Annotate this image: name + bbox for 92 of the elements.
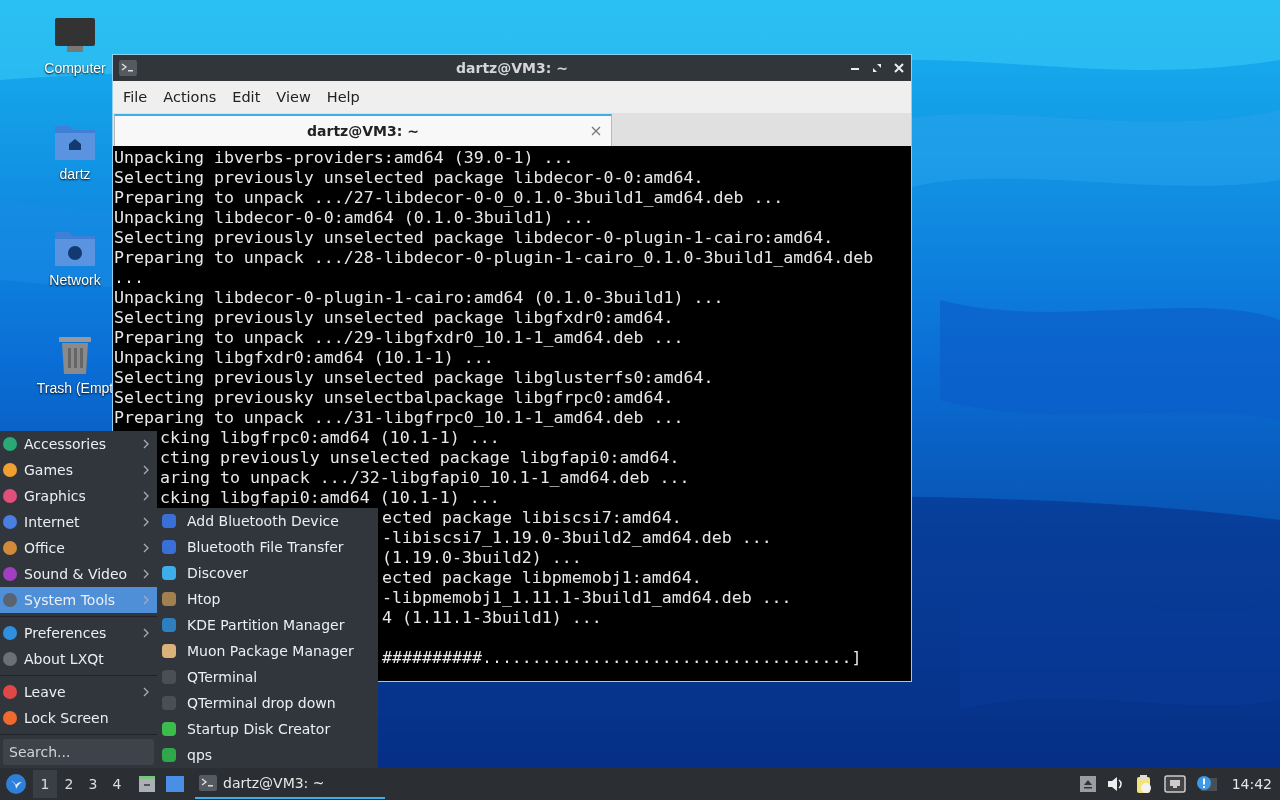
terminal-line: 4 (1.11.1-3build1) ... (382, 608, 602, 627)
menu-item[interactable]: Add Bluetooth Device (157, 508, 378, 534)
terminal-line: ##########.....................................] (382, 648, 862, 667)
desktop-icon-label[interactable]: Trash (Empt (36, 380, 114, 396)
menu-item[interactable]: About LXQt (0, 646, 157, 672)
terminal-icon (199, 775, 217, 791)
terminal-line: cking libgfapi0:amd64 (10.1-1) ... (160, 488, 500, 507)
category-icon (2, 514, 18, 530)
desktop-switcher-button[interactable]: 2 (57, 770, 81, 798)
category-icon (2, 436, 18, 452)
terminal-icon (119, 60, 137, 76)
menu-item[interactable]: File (115, 89, 156, 105)
terminal-line: Unpacking ibverbs-providers:amd64 (39.0-1) ... (114, 148, 574, 167)
terminal-line: Selecting previously unselected package libdecor-0-plugin-1-cairo:amd64. (114, 228, 834, 247)
menu-item[interactable]: Discover (157, 560, 378, 586)
app-icon (161, 617, 177, 633)
menu-item[interactable]: Games (0, 457, 157, 483)
menu-item[interactable]: Accessories (0, 431, 157, 457)
menu-item[interactable]: QTerminal drop down (157, 690, 378, 716)
category-icon (2, 462, 18, 478)
file-cabinet-icon[interactable] (137, 774, 157, 794)
menu-item[interactable]: Htop (157, 586, 378, 612)
menu-item[interactable]: Edit (224, 89, 269, 105)
terminal-line: ... (114, 268, 144, 287)
window-icon[interactable] (165, 775, 185, 793)
terminal-line: (1.19.0-3build2) ... (382, 548, 582, 567)
menu-item[interactable]: Leave (0, 679, 157, 705)
terminal-line: cting previously unselected package libgfapi0:amd64. (160, 448, 680, 467)
terminal-line: cking libgfrpc0:amd64 (10.1-1) ... (160, 428, 500, 447)
menu-item[interactable]: Office (0, 535, 157, 561)
menu-item[interactable]: Lock Screen (0, 705, 157, 731)
desktop-switcher-button[interactable]: 3 (81, 770, 105, 798)
clock[interactable]: 14:42 (1231, 776, 1272, 792)
terminal-line: Selecting previousky unselectbalpackage libgfrpc0:amd64. (114, 388, 674, 407)
terminal-line: Unpacking libgfxdr0:amd64 (10.1-1) ... (114, 348, 494, 367)
app-icon (161, 539, 177, 555)
category-icon (2, 684, 18, 700)
category-icon (2, 540, 18, 556)
desktop-switcher-button[interactable]: 4 (105, 770, 129, 798)
notification-icon[interactable] (1195, 775, 1218, 793)
volume-icon[interactable] (1105, 776, 1124, 792)
search-field[interactable]: Search... (3, 739, 154, 765)
desktop-switcher-button[interactable]: 1 (33, 770, 57, 798)
terminal-line: Preparing to unpack .../28-libdecor-0-plugin-1-cairo_0.1.0-3build1_amd64.deb (114, 248, 874, 267)
menu-item[interactable]: Internet (0, 509, 157, 535)
menu-item[interactable]: Graphics (0, 483, 157, 509)
terminal-line: Preparing to unpack .../31-libgfrpc0_10.1-1_amd64.deb ... (114, 408, 684, 427)
menu-item[interactable]: Help (318, 89, 368, 105)
menu-item[interactable]: Sound & Video (0, 561, 157, 587)
eject-icon[interactable] (1079, 776, 1096, 792)
terminal-line: ected package libpmemobj1:amd64. (382, 568, 702, 587)
terminal-line: aring to unpack .../32-libgfapi0_10.1-1_amd64.deb ... (160, 468, 690, 487)
terminal-line: Unpacking libdecor-0-plugin-1-cairo:amd64 (0.1.0-3build1) ... (114, 288, 724, 307)
menu-item[interactable]: Startup Disk Creator (157, 716, 378, 742)
terminal-tab[interactable]: dartz@VM3: ~ (114, 114, 612, 146)
start-menu-icon[interactable] (5, 773, 27, 795)
app-icon (161, 591, 177, 607)
category-icon (2, 488, 18, 504)
window-title: dartz@VM3: ~ (456, 60, 568, 76)
terminal-line: -libiscsi7_1.19.0-3build2_amd64.deb ... (382, 528, 772, 547)
app-icon (161, 721, 177, 737)
terminal-line: Selecting previously unselected package libglusterfs0:amd64. (114, 368, 714, 387)
terminal-line: Selecting previously unselected package libdecor-0-0:amd64. (114, 168, 704, 187)
category-icon (2, 566, 18, 582)
terminal-line: Preparing to unpack .../27-libdecor-0-0_0.1.0-3build1_amd64.deb ... (114, 188, 784, 207)
maximize-icon[interactable] (871, 62, 883, 74)
task-button[interactable]: dartz@VM3: ~ (195, 769, 385, 799)
app-icon (161, 643, 177, 659)
menu-item[interactable]: QTerminal (157, 664, 378, 690)
app-icon (161, 565, 177, 581)
terminal-line: -libpmemobj1_1.11.1-3build1_amd64.deb ... (382, 588, 792, 607)
category-icon (2, 592, 18, 608)
category-icon (2, 625, 18, 641)
app-icon (161, 747, 177, 763)
menu-item[interactable]: Actions (155, 89, 225, 105)
terminal-line: Unpacking libdecor-0-0:amd64 (0.1.0-3build1) ... (114, 208, 594, 227)
app-icon (161, 695, 177, 711)
category-icon (2, 651, 18, 667)
app-icon (161, 669, 177, 685)
terminal-line: Preparing to unpack .../29-libgfxdr0_10.1-1_amd64.deb ... (114, 328, 684, 347)
menu-item[interactable]: KDE Partition Manager (157, 612, 378, 638)
desktop-icon-label[interactable]: Network (49, 272, 101, 288)
category-icon (2, 710, 18, 726)
terminal-line: Selecting previously unselected package libgfxdr0:amd64. (114, 308, 674, 327)
menu-item[interactable]: View (268, 89, 319, 105)
app-icon (161, 513, 177, 529)
menu-item[interactable]: Preferences (0, 620, 157, 646)
network-port-icon[interactable] (1163, 775, 1186, 793)
menu-item[interactable]: Muon Package Manager (157, 638, 378, 664)
terminal-line: ected package libiscsi7:amd64. (382, 508, 682, 527)
menu-item[interactable]: Bluetooth File Transfer (157, 534, 378, 560)
menu-item[interactable]: qps (157, 742, 378, 768)
